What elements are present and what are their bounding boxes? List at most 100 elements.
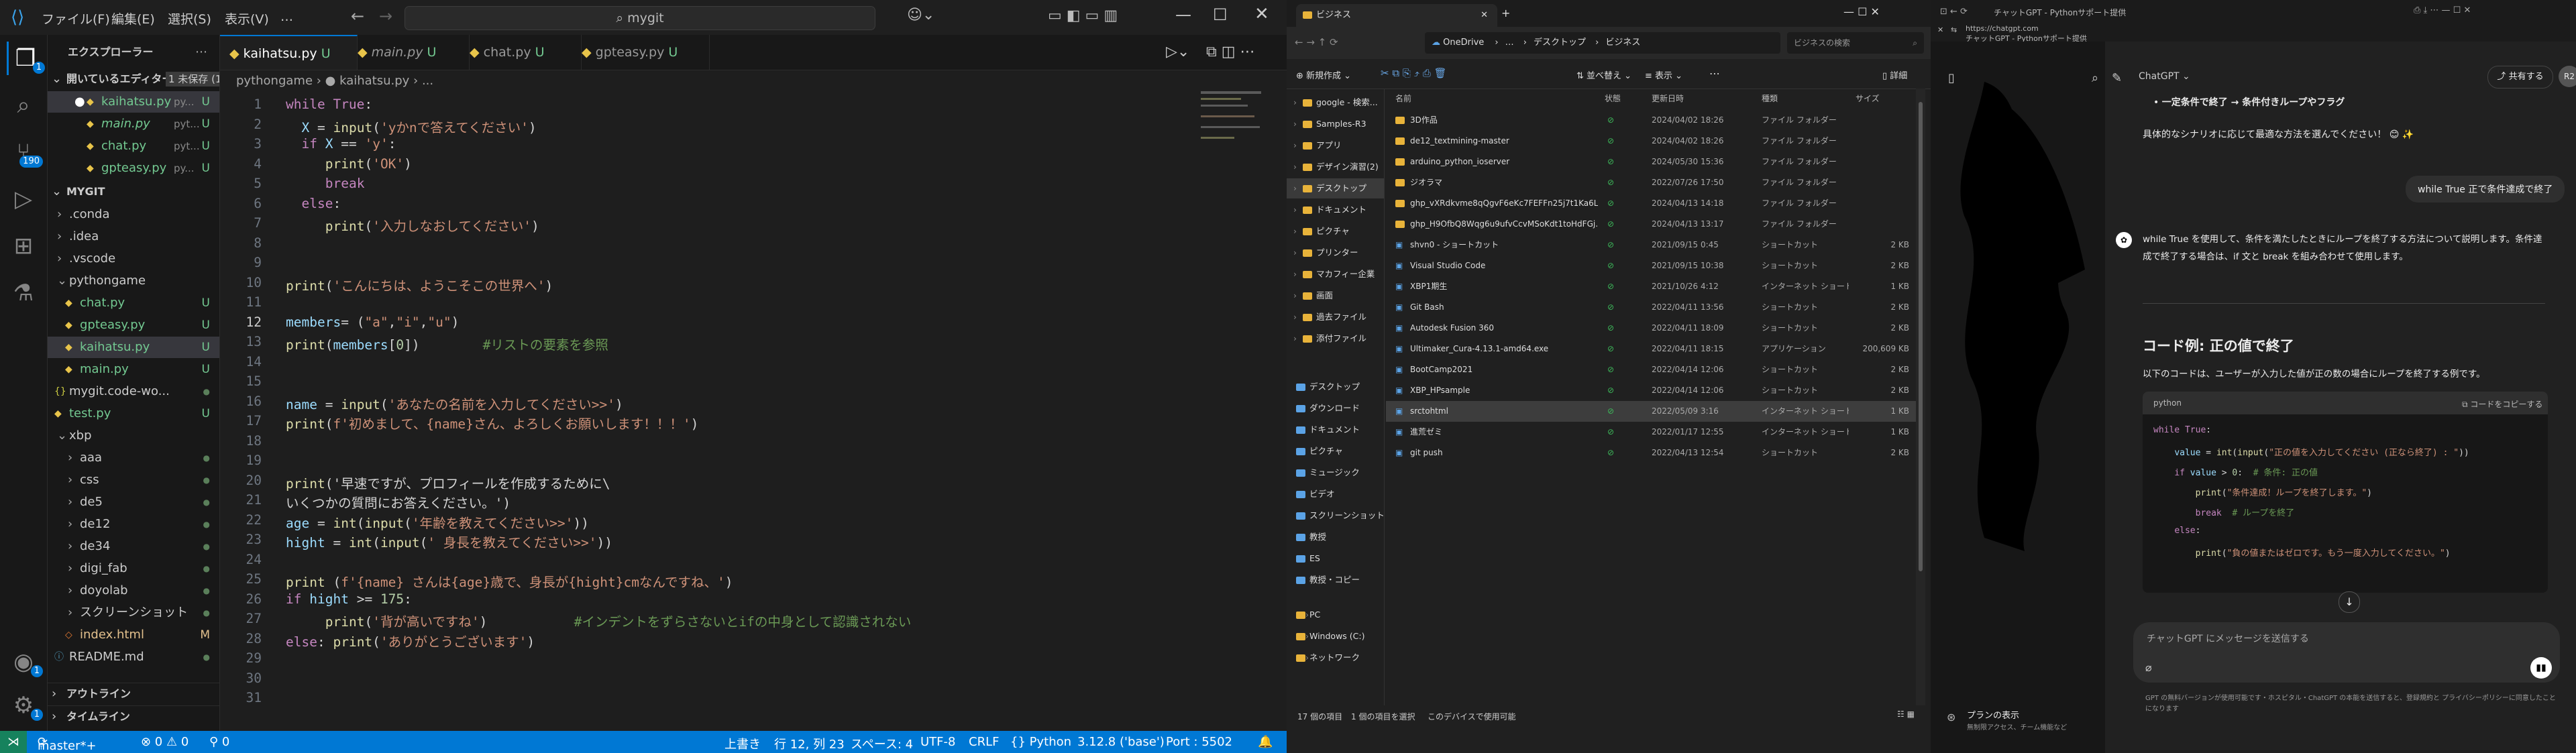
- code-line[interactable]: name = input('あなたの名前を入力してください>>'): [286, 394, 623, 413]
- nav-item[interactable]: 教授・コピー: [1287, 570, 1384, 590]
- message-composer[interactable]: チャットGPT にメッセージを送信する ⌀ ▮▮: [2133, 622, 2560, 683]
- code-line[interactable]: print('こんにちは、ようこそこの世界へ'): [286, 275, 553, 294]
- nav-item[interactable]: ES: [1287, 548, 1384, 569]
- tab-main[interactable]: ◆ main.py U: [348, 35, 470, 70]
- tree-item[interactable]: ◆ test.py U: [48, 403, 219, 424]
- file-row[interactable]: ▣ srctohtml ⊘ 2022/05/09 3:16 インターネット ショートカ.…: [1386, 401, 1916, 422]
- code-line[interactable]: X = input('yかnで答えてください'): [286, 117, 537, 136]
- url-bar[interactable]: ✕ ⇆ https://chatgpt.com チャットGPT - Python…: [1931, 24, 2576, 43]
- tree-item[interactable]: › doyolab ●: [48, 580, 219, 601]
- nav-item[interactable]: デスクトップ: [1287, 377, 1384, 397]
- file-row[interactable]: ▣ git push ⊘ 2022/04/13 12:54 ショートカット 2 KB: [1386, 443, 1916, 463]
- new-button[interactable]: ⊕ 新規作成 ⌄: [1296, 68, 1351, 81]
- menu-view[interactable]: 表示(V): [225, 9, 269, 27]
- browser-actions-icons[interactable]: ⎙ ⤓ ⋯ — ☐ ✕: [2414, 5, 2471, 15]
- tree-item[interactable]: ◆ kaihatsu.py U: [48, 337, 219, 358]
- code-line[interactable]: if X == 'y':: [286, 136, 396, 152]
- nav-item[interactable]: › デスクトップ: [1287, 178, 1384, 198]
- message-input[interactable]: チャットGPT にメッセージを送信する: [2147, 632, 2309, 645]
- code-line[interactable]: if hight >= 175:: [286, 591, 412, 607]
- explorer-search-input[interactable]: ビジネスの検索 ⌕: [1787, 32, 1924, 54]
- view-toggle-icons[interactable]: ☷ ▦: [1897, 709, 1915, 719]
- crumb-desktop[interactable]: デスクトップ: [1534, 38, 1586, 48]
- open-editors-header[interactable]: ⌄ 開いているエディター1 未保存 (1): [48, 68, 219, 90]
- layout-toggle-icon[interactable]: ▭ ◧ ▭ ▥: [1048, 7, 1118, 24]
- code-line[interactable]: else:: [286, 196, 341, 211]
- window-controls[interactable]: — ☐ ✕: [1843, 5, 1880, 18]
- nav-item[interactable]: › PC: [1287, 605, 1384, 625]
- code-line[interactable]: print(members[0]) #リストの要素を参照: [286, 334, 608, 353]
- nav-item[interactable]: › 過去ファイル: [1287, 307, 1384, 327]
- outline-section[interactable]: › アウトライン: [48, 683, 219, 705]
- tree-item[interactable]: ⌄ xbp: [48, 425, 219, 447]
- open-editor-item[interactable]: ◆ gpteasy.py py... U: [48, 158, 219, 179]
- nav-item[interactable]: ビデオ: [1287, 484, 1384, 504]
- interpreter-status[interactable]: 3.12.8 ('base'): [1077, 735, 1165, 749]
- tree-item[interactable]: › de5 ●: [48, 491, 219, 513]
- forward-arrow-icon[interactable]: →: [379, 7, 392, 25]
- explorer-icon[interactable]: ❐ 1: [7, 42, 45, 75]
- more-icon[interactable]: ⋯: [1709, 67, 1720, 80]
- nav-item[interactable]: › ピクチャ: [1287, 221, 1384, 241]
- file-row[interactable]: ▣ XBP_HPsample ⊘ 2022/04/14 12:06 ショートカット 2 K…: [1386, 380, 1916, 401]
- search-icon[interactable]: ⌕: [2092, 71, 2098, 85]
- tree-item[interactable]: › css ●: [48, 469, 219, 491]
- address-bar[interactable]: ☁ OneDrive › … › デスクトップ › ビジネス: [1425, 32, 1780, 54]
- more-actions-icon[interactable]: ⋯: [195, 42, 207, 63]
- account-icon[interactable]: ◉ 1: [7, 645, 43, 679]
- col-status[interactable]: 状態: [1605, 89, 1621, 109]
- copilot-icon[interactable]: ☺⌄: [907, 7, 934, 23]
- file-row[interactable]: ジオラマ ⊘ 2022/07/26 17:50 ファイル フォルダー: [1386, 172, 1916, 193]
- nav-item[interactable]: スクリーンショット: [1287, 506, 1384, 526]
- run-debug-icon[interactable]: ▷: [7, 182, 40, 216]
- menu-file[interactable]: ファイル(F): [42, 9, 110, 27]
- crumb-more[interactable]: …: [1505, 38, 1514, 48]
- file-row[interactable]: ▣ BootCamp2021 ⊘ 2022/04/14 12:06 ショートカット 2 K…: [1386, 359, 1916, 380]
- back-arrow-icon[interactable]: ←: [351, 7, 364, 25]
- indent-status[interactable]: スペース: 4: [851, 735, 913, 752]
- menu-edit[interactable]: 編集(E): [111, 9, 155, 27]
- timeline-section[interactable]: › タイムライン: [48, 705, 219, 728]
- split-editor-icon[interactable]: ⧉ ◫ ⋯: [1206, 44, 1254, 60]
- file-row[interactable]: ▣ Visual Studio Code ⊘ 2021/09/15 10:38 ショート…: [1386, 255, 1916, 276]
- code-line[interactable]: break: [286, 176, 365, 191]
- nav-item[interactable]: › マカフィー企業: [1287, 264, 1384, 284]
- share-button[interactable]: ⤴ 共有する: [2487, 66, 2553, 89]
- crumb-onedrive[interactable]: OneDrive: [1443, 38, 1484, 48]
- tree-item[interactable]: ◆ gpteasy.py U: [48, 314, 219, 336]
- extensions-icon[interactable]: ⊞: [7, 229, 40, 263]
- nav-item[interactable]: ダウンロード: [1287, 398, 1384, 418]
- branch-status[interactable]: ⑂ master*+ ⟳: [38, 735, 97, 753]
- notifications-bell-icon[interactable]: 🔔: [1258, 735, 1273, 749]
- run-icon[interactable]: ▷⌄: [1166, 44, 1189, 60]
- crumb-business[interactable]: ビジネス: [1605, 38, 1640, 48]
- tree-item[interactable]: ◆ chat.py U: [48, 292, 219, 314]
- code-line[interactable]: print('早速ですが、プロフィールを作成するために\: [286, 473, 610, 492]
- code-line[interactable]: else: print('ありがとうございます'): [286, 631, 535, 650]
- file-row[interactable]: ghp_H9OfbQ8Wqg6u9ufvCcvMSoKdt1toHdFGj...…: [1386, 214, 1916, 235]
- tab-kaihatsu[interactable]: ◆ kaihatsu.py U: [220, 35, 358, 70]
- upgrade-plan[interactable]: ⊛ プランの表示 無制限アクセス、チーム機能など: [1931, 704, 2105, 744]
- source-control-icon[interactable]: ⑂ 190: [7, 135, 43, 169]
- close-icon[interactable]: ✕: [1937, 25, 1943, 34]
- file-row[interactable]: ▣ Ultimaker_Cura-4.13.1-amd64.exe ⊘ 2022/04…: [1386, 339, 1916, 359]
- code-line[interactable]: print('入力しなおしてください'): [286, 215, 539, 235]
- nav-item[interactable]: 教授: [1287, 527, 1384, 547]
- maximize-icon[interactable]: ☐: [1213, 5, 1228, 24]
- language-status[interactable]: {} Python: [1010, 735, 1071, 749]
- nav-item[interactable]: › アプリ: [1287, 135, 1384, 156]
- scrollbar[interactable]: [1916, 89, 1925, 705]
- nav-arrows-icon[interactable]: ← → ↑ ⟳: [1295, 36, 1338, 48]
- site-settings-icon[interactable]: ⇆: [1951, 25, 1957, 34]
- file-row[interactable]: ▣ 進荒ゼミ ⊘ 2022/01/17 12:55 インターネット ショートカ... 1 …: [1386, 422, 1916, 443]
- copy-code-button[interactable]: ⧉ コードをコピーする: [2462, 398, 2542, 410]
- open-editor-item[interactable]: ◆ chat.py pyt... U: [48, 135, 219, 157]
- details-button[interactable]: ▯ 詳細: [1882, 68, 1907, 81]
- code-editor[interactable]: 1 while True: 2 X = input('yかnで答えてください') 3 …: [220, 91, 1287, 731]
- nav-item[interactable]: › Windows (C:): [1287, 626, 1384, 646]
- tree-item[interactable]: › スクリーンショット ●: [48, 602, 219, 624]
- new-chat-icon[interactable]: ✎: [2112, 71, 2122, 85]
- avatar[interactable]: R2: [2559, 66, 2576, 87]
- eol-status[interactable]: CRLF: [969, 735, 999, 749]
- tree-item[interactable]: › .idea: [48, 226, 219, 247]
